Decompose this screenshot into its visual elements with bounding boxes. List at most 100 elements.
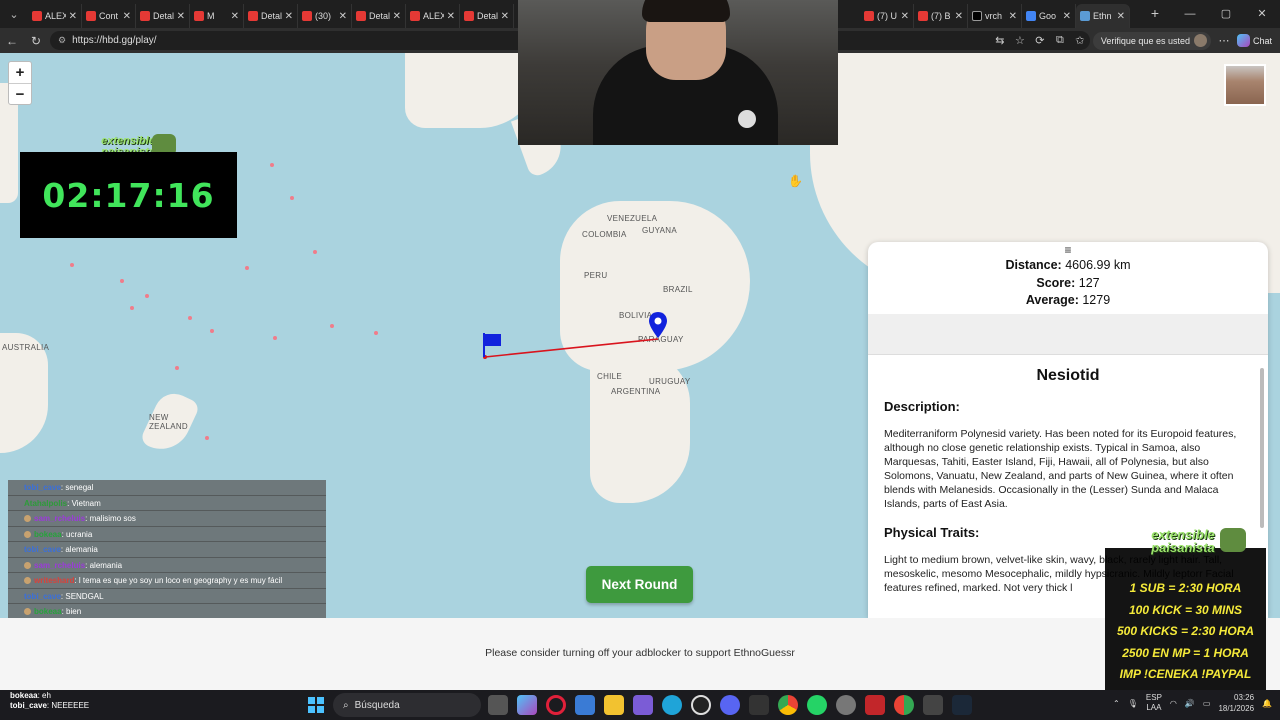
verify-identity-button[interactable]: Verifique que es usted bbox=[1092, 31, 1211, 50]
browser-tab[interactable]: vrch ✕ bbox=[968, 4, 1022, 28]
panel-scrollbar[interactable] bbox=[1260, 368, 1264, 528]
chat-username[interactable]: sam_rcheluis bbox=[34, 561, 85, 570]
description-heading: Description: bbox=[884, 399, 960, 414]
back-button[interactable]: ← bbox=[0, 34, 24, 48]
tab-title: (7) U bbox=[877, 11, 897, 21]
copilot-chat-button[interactable]: Chat bbox=[1236, 34, 1272, 47]
terminal-icon[interactable] bbox=[749, 695, 769, 715]
notif-user-2: tobi_cave bbox=[10, 701, 47, 710]
settings-icon[interactable] bbox=[836, 695, 856, 715]
more-menu-icon[interactable]: ⋯ bbox=[1217, 34, 1231, 47]
task-view-icon[interactable] bbox=[488, 695, 508, 715]
close-tab-icon[interactable]: ✕ bbox=[339, 11, 347, 22]
chrome-profile-icon[interactable] bbox=[894, 695, 914, 715]
chat-username[interactable]: writeshard bbox=[34, 576, 74, 585]
zoom-out-button[interactable]: − bbox=[9, 83, 31, 104]
microphone-icon[interactable]: 🎙 bbox=[1128, 699, 1138, 708]
chat-username[interactable]: tobi_cave bbox=[24, 592, 61, 601]
close-tab-icon[interactable]: ✕ bbox=[231, 11, 239, 22]
chat-username[interactable]: Atahalpolis bbox=[24, 499, 67, 508]
browser-tab[interactable]: Cont ✕ bbox=[82, 4, 136, 28]
browser-tab[interactable]: Detal ✕ bbox=[136, 4, 190, 28]
tab-title: Detal bbox=[369, 11, 390, 21]
discord-icon[interactable] bbox=[720, 695, 740, 715]
next-round-button[interactable]: Next Round bbox=[586, 566, 693, 603]
browser-tab[interactable]: Goo ✕ bbox=[1022, 4, 1076, 28]
volume-icon[interactable]: 🔊 bbox=[1185, 699, 1195, 708]
app-red-icon[interactable] bbox=[865, 695, 885, 715]
copilot-app-icon[interactable] bbox=[517, 695, 537, 715]
close-tab-icon[interactable]: ✕ bbox=[1117, 11, 1125, 22]
tray-overflow-icon[interactable]: ⌃ bbox=[1113, 699, 1120, 708]
maximize-button[interactable]: ▢ bbox=[1208, 0, 1244, 28]
reload-button[interactable]: ↻ bbox=[24, 34, 48, 48]
system-clock[interactable]: 03:26 18/1/2026 bbox=[1218, 692, 1254, 714]
new-tab-button[interactable]: + bbox=[1144, 5, 1166, 21]
chat-username[interactable]: tobi_cave bbox=[24, 483, 61, 492]
close-tab-icon[interactable]: ✕ bbox=[901, 11, 909, 22]
taskbar-search[interactable]: ⌕ Búsqueda bbox=[333, 693, 481, 717]
browser-tab[interactable]: Detal ✕ bbox=[244, 4, 298, 28]
github-icon[interactable] bbox=[691, 695, 711, 715]
browser-tab[interactable]: Detal ✕ bbox=[352, 4, 406, 28]
edge-icon[interactable] bbox=[662, 695, 682, 715]
player-avatar[interactable] bbox=[1224, 64, 1266, 106]
close-tab-icon[interactable]: ✕ bbox=[393, 11, 401, 22]
chat-username[interactable]: bokeaa bbox=[34, 530, 62, 539]
zoom-in-button[interactable]: + bbox=[9, 62, 31, 83]
browser-tab[interactable]: ALEX✕ bbox=[28, 4, 82, 28]
bookmark-star-icon[interactable]: ☆ bbox=[1013, 34, 1027, 47]
opera-icon[interactable] bbox=[546, 695, 566, 715]
close-tab-icon[interactable]: ✕ bbox=[285, 11, 293, 22]
close-tab-icon[interactable]: ✕ bbox=[955, 11, 963, 22]
favorites-icon[interactable]: ✩ bbox=[1073, 34, 1087, 47]
extensions-icon[interactable]: ⧉ bbox=[1053, 34, 1067, 47]
webcam-shirt-logo bbox=[738, 110, 756, 128]
windows-start-icon[interactable] bbox=[308, 697, 324, 713]
subathon-line: 2500 EN MP = 1 HORA bbox=[1122, 645, 1249, 660]
browser-tab[interactable]: (30) ✕ bbox=[298, 4, 352, 28]
browser-tab[interactable]: Ethn ✕ bbox=[1076, 4, 1130, 28]
browser-tab[interactable]: (7) U ✕ bbox=[860, 4, 914, 28]
chat-username[interactable]: sam_rcheluis bbox=[34, 514, 85, 523]
distance-value: 4606.99 km bbox=[1065, 258, 1131, 272]
minimize-button[interactable]: — bbox=[1172, 0, 1208, 28]
game-icon[interactable] bbox=[923, 695, 943, 715]
close-tab-icon[interactable]: ✕ bbox=[69, 11, 77, 22]
chat-username[interactable]: bokeaa bbox=[34, 607, 62, 616]
close-tab-icon[interactable]: ✕ bbox=[447, 11, 455, 22]
close-window-button[interactable]: ✕ bbox=[1244, 0, 1280, 28]
youtube-icon bbox=[356, 11, 366, 21]
close-tab-icon[interactable]: ✕ bbox=[1063, 11, 1071, 22]
translate-icon[interactable]: ⇆ bbox=[993, 34, 1007, 47]
close-tab-icon[interactable]: ✕ bbox=[1009, 11, 1017, 22]
chrome-icon[interactable] bbox=[778, 695, 798, 715]
browser-tab[interactable]: (7) B ✕ bbox=[914, 4, 968, 28]
language-indicator[interactable]: ESP LAA bbox=[1146, 693, 1162, 713]
steam-icon[interactable] bbox=[952, 695, 972, 715]
close-tab-icon[interactable]: ✕ bbox=[123, 11, 131, 22]
close-tab-icon[interactable]: ✕ bbox=[177, 11, 185, 22]
site-info-icon[interactable]: ⚙ bbox=[58, 35, 66, 46]
browser-tab[interactable]: Detal ✕ bbox=[460, 4, 514, 28]
pen-app-icon[interactable] bbox=[633, 695, 653, 715]
whatsapp-icon[interactable] bbox=[807, 695, 827, 715]
windows-taskbar: bokeaa: eh tobi_cave: NEEEEEE ⌕ Búsqueda bbox=[0, 690, 1280, 720]
wifi-icon[interactable]: ◠ bbox=[1170, 699, 1177, 708]
tab-search-chevron-icon[interactable]: ⌄ bbox=[0, 0, 28, 28]
chat-username[interactable]: tobi_cave bbox=[24, 545, 61, 554]
taskbar-apps bbox=[488, 695, 972, 715]
file-explorer-icon[interactable] bbox=[604, 695, 624, 715]
notifications-bell-icon[interactable]: 🔔 bbox=[1262, 699, 1272, 708]
store-icon[interactable] bbox=[575, 695, 595, 715]
battery-icon[interactable]: ▭ bbox=[1203, 699, 1211, 708]
panel-menu-icon[interactable]: ≡ bbox=[868, 243, 1268, 257]
browser-tab[interactable]: ALEX✕ bbox=[406, 4, 460, 28]
lang-line2: LAA bbox=[1146, 703, 1162, 712]
chat-badge-icon bbox=[24, 515, 31, 522]
average-stat: Average: 1279 bbox=[868, 292, 1268, 310]
extension-sync-icon[interactable]: ⟳ bbox=[1033, 34, 1047, 47]
browser-tab[interactable]: M ✕ bbox=[190, 4, 244, 28]
close-tab-icon[interactable]: ✕ bbox=[501, 11, 509, 22]
tab-title: M bbox=[207, 11, 215, 21]
